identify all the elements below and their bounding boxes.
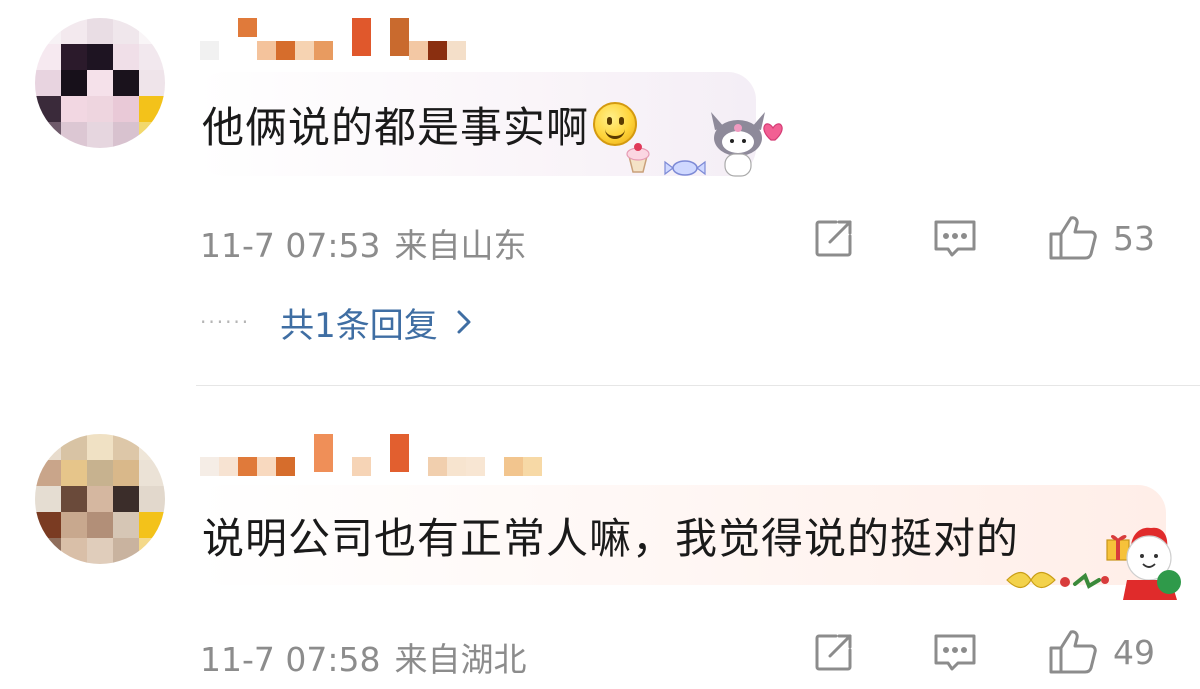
comment-button[interactable] bbox=[931, 213, 979, 263]
share-icon bbox=[815, 634, 852, 671]
like-button[interactable]: 49 bbox=[1047, 627, 1155, 677]
comment-button[interactable] bbox=[931, 627, 979, 677]
avatar[interactable] bbox=[35, 18, 165, 148]
like-icon bbox=[1049, 630, 1097, 674]
comment-item: 说明公司也有正常人嘛，我觉得说的挺对的 11-7 07:58 来自湖北 49 bbox=[0, 386, 1200, 689]
kuromi-sticker-icon bbox=[626, 112, 783, 177]
comment-time: 11-7 07:58 bbox=[200, 640, 381, 679]
comment-item: 他俩说的都是事实啊 11-7 07:53 来自山东 53 ······ 共1条回… bbox=[0, 0, 1200, 386]
share-button[interactable] bbox=[812, 627, 856, 677]
share-button[interactable] bbox=[812, 213, 856, 263]
comment-icon bbox=[934, 634, 976, 671]
avatar[interactable] bbox=[35, 434, 165, 564]
replies-row[interactable]: ······ 共1条回复 bbox=[200, 298, 472, 347]
comment-time: 11-7 07:53 bbox=[200, 226, 381, 265]
comment-text: 说明公司也有正常人嘛，我觉得说的挺对的 bbox=[202, 513, 1020, 563]
share-icon bbox=[815, 220, 852, 257]
comment-meta: 11-7 07:53 来自山东 53 bbox=[0, 213, 1200, 265]
username[interactable] bbox=[200, 18, 466, 60]
like-button[interactable]: 53 bbox=[1047, 213, 1155, 263]
comment-meta: 11-7 07:58 来自湖北 49 bbox=[0, 627, 1200, 679]
comment-location: 来自湖北 bbox=[394, 640, 527, 679]
comment-text: 他俩说的都是事实啊 bbox=[202, 102, 590, 152]
username[interactable] bbox=[200, 434, 542, 476]
view-replies-link[interactable]: 共1条回复 bbox=[280, 298, 438, 347]
like-count: 53 bbox=[1113, 218, 1155, 258]
like-icon bbox=[1049, 216, 1097, 260]
replies-dots: ······ bbox=[200, 310, 251, 334]
comment-location: 来自山东 bbox=[394, 226, 527, 265]
chevron-right-icon bbox=[457, 310, 471, 334]
comment-icon bbox=[934, 220, 976, 257]
like-count: 49 bbox=[1113, 632, 1155, 672]
christmas-sticker-icon bbox=[1006, 527, 1181, 600]
